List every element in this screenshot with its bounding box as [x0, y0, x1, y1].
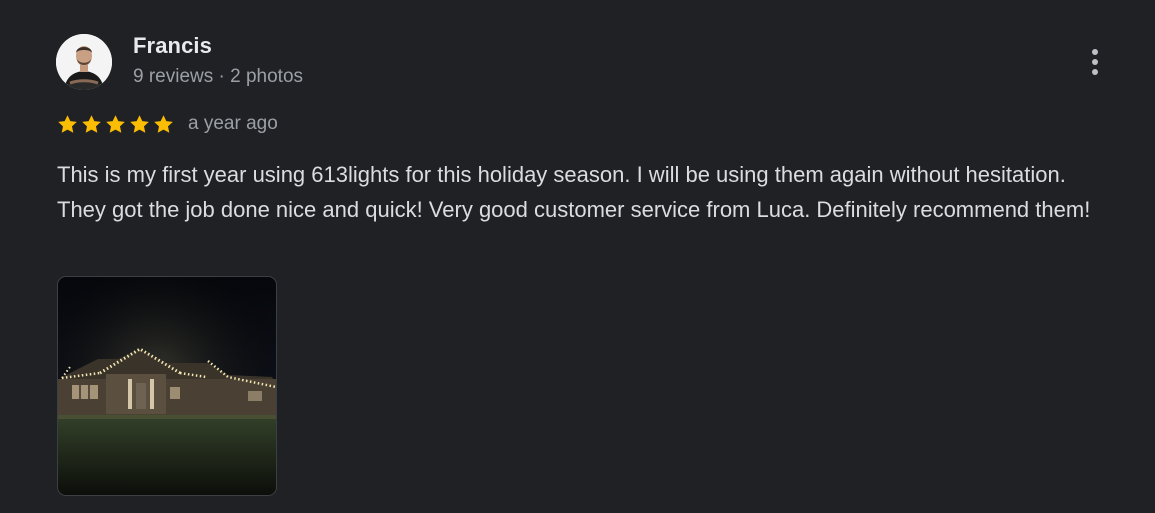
review-card: Francis 9 reviews · 2 photos a year ago … — [0, 0, 1155, 513]
star-icon — [130, 114, 149, 133]
review-time: a year ago — [188, 113, 278, 134]
author-name[interactable]: Francis — [133, 33, 212, 59]
review-photo[interactable] — [57, 276, 277, 496]
review-text: This is my first year using 613lights fo… — [57, 162, 1091, 222]
star-rating — [56, 113, 175, 136]
more-options-button[interactable] — [1080, 44, 1110, 80]
person-icon — [56, 34, 112, 90]
more-vert-icon-dot — [1092, 59, 1098, 65]
author-avatar[interactable] — [56, 34, 112, 90]
rating-row: a year ago — [56, 111, 278, 137]
more-vert-icon-dot — [1092, 69, 1098, 75]
star-icon — [106, 114, 125, 133]
star-icon — [154, 114, 173, 133]
more-vert-icon — [1092, 49, 1098, 55]
author-review-count: 9 reviews · 2 photos — [133, 66, 304, 87]
star-icon — [82, 114, 101, 133]
star-icon — [58, 114, 77, 133]
house-lights-photo — [58, 277, 276, 495]
